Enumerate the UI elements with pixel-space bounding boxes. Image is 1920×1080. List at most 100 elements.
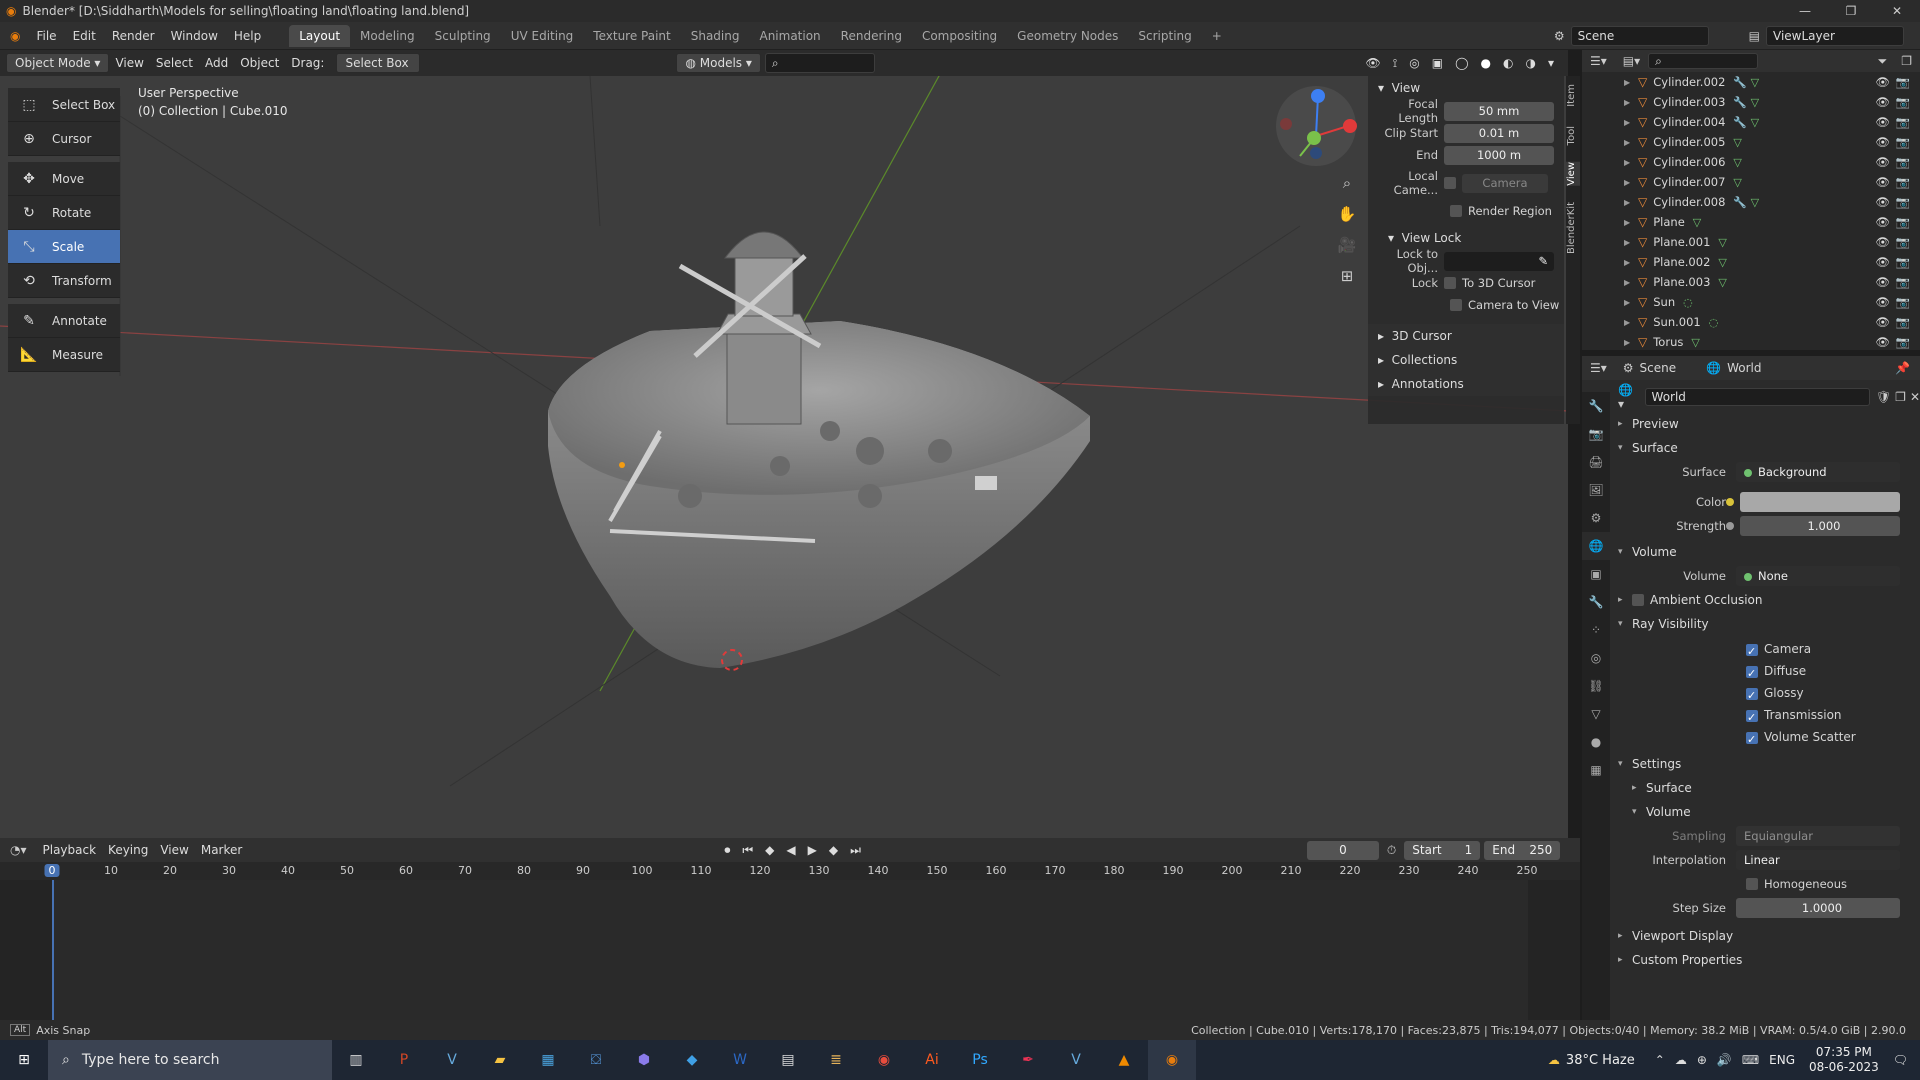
ray-glossy-checkbox[interactable] xyxy=(1746,685,1758,707)
expand-icon[interactable]: ▶ xyxy=(1624,98,1630,107)
menu-view[interactable]: View xyxy=(109,56,149,70)
timeline-editor-icon[interactable]: ◔▾ xyxy=(0,843,37,857)
tool-transform[interactable]: ⟲ Transform xyxy=(8,264,120,298)
collections-section[interactable]: ▸ Collections xyxy=(1368,348,1564,372)
expand-icon[interactable]: ▶ xyxy=(1624,118,1630,127)
to-3d-cursor-checkbox[interactable] xyxy=(1444,277,1456,289)
object-tab-icon[interactable]: ▣ xyxy=(1582,560,1610,588)
pen-app-icon[interactable]: ✒ xyxy=(1004,1040,1052,1080)
strength-field[interactable]: 1.000 xyxy=(1740,516,1900,536)
timeline-ruler[interactable]: 0 10 20 30 40 50 60 70 80 90 100 110 120 130 140 150 160… xyxy=(0,862,1580,880)
viewport-display-section[interactable]: ▸ Viewport Display xyxy=(1618,924,1920,948)
tool-tab-icon[interactable]: 🔧 xyxy=(1582,392,1610,420)
object-name[interactable]: Cylinder.006 xyxy=(1653,155,1725,169)
mode-dropdown[interactable]: Object Mode ▾ xyxy=(6,53,110,73)
render-camera-icon[interactable]: 📷 xyxy=(1896,115,1910,129)
keyboard-icon[interactable]: ⌨ xyxy=(1742,1053,1759,1067)
interpolation-dropdown[interactable]: Linear xyxy=(1736,850,1900,870)
ambient-occlusion-section[interactable]: ▸ Ambient Occlusion xyxy=(1618,588,1920,612)
add-workspace-button[interactable]: + xyxy=(1202,25,1232,47)
expand-icon[interactable]: ▶ xyxy=(1624,338,1630,347)
pan-hand-icon[interactable]: ✋ xyxy=(1332,199,1362,230)
blender-menu-icon[interactable]: ◉ xyxy=(0,29,28,43)
xray-icon[interactable]: ▣ xyxy=(1426,56,1449,70)
properties-editor-icon[interactable]: ☰▾ xyxy=(1582,361,1615,375)
scene-tab-icon[interactable]: ⚙ xyxy=(1582,504,1610,532)
menu-add[interactable]: Add xyxy=(199,56,234,70)
modifier-tab-icon[interactable]: 🔧 xyxy=(1582,588,1610,616)
material-tab-icon[interactable]: ● xyxy=(1582,728,1610,756)
volume-shader-field[interactable]: None xyxy=(1736,566,1900,586)
3d-cursor-section[interactable]: ▸ 3D Cursor xyxy=(1368,324,1564,348)
outliner-row[interactable]: ▶ ▽ Plane.002 ▽ 👁 📷 xyxy=(1582,252,1920,272)
taskbar-search[interactable]: ⌕ Type here to search xyxy=(48,1040,332,1080)
surface-shader-field[interactable]: Background xyxy=(1736,462,1900,482)
pin-icon[interactable]: 📌 xyxy=(1895,361,1920,375)
ortho-grid-icon[interactable]: ⊞ xyxy=(1332,261,1362,292)
object-data-icon[interactable]: 🔧 ▽ xyxy=(1733,196,1759,209)
render-camera-icon[interactable]: 📷 xyxy=(1896,255,1910,269)
expand-icon[interactable]: ▶ xyxy=(1624,258,1630,267)
sampling-dropdown[interactable]: Equiangular xyxy=(1736,826,1900,846)
viewport-search[interactable]: ⌕ xyxy=(764,53,875,73)
step-size-field[interactable]: 1.0000 xyxy=(1736,898,1900,918)
object-name[interactable]: Cylinder.008 xyxy=(1653,195,1725,209)
settings-surface-section[interactable]: ▸ Surface xyxy=(1618,776,1920,800)
weather-text[interactable]: 38°C Haze xyxy=(1566,1053,1635,1068)
object-data-icon[interactable]: ▽ xyxy=(1691,336,1699,349)
drag-dropdown[interactable]: Select Box xyxy=(336,53,421,73)
tool-measure[interactable]: 📐 Measure xyxy=(8,338,120,372)
tab-view[interactable]: View xyxy=(1566,162,1580,186)
object-data-icon[interactable]: 🔧 ▽ xyxy=(1733,116,1759,129)
unlink-icon[interactable]: ✕ xyxy=(1910,390,1920,404)
prev-keyframe-icon[interactable]: ◆ xyxy=(759,843,780,857)
ray-transmission-row[interactable]: Transmission xyxy=(1746,704,1920,729)
object-name[interactable]: Plane.002 xyxy=(1653,255,1710,269)
menu-edit[interactable]: Edit xyxy=(65,29,104,43)
output-tab-icon[interactable]: 🖨 xyxy=(1582,448,1610,476)
ray-diffuse-checkbox[interactable] xyxy=(1746,663,1758,685)
render-camera-icon[interactable]: 📷 xyxy=(1896,215,1910,229)
object-name[interactable]: Plane.003 xyxy=(1653,275,1710,289)
expand-icon[interactable]: ▶ xyxy=(1624,198,1630,207)
render-camera-icon[interactable]: 📷 xyxy=(1896,295,1910,309)
render-camera-icon[interactable]: 📷 xyxy=(1896,75,1910,89)
network-icon[interactable]: ⊕ xyxy=(1697,1053,1707,1067)
timeline-body[interactable] xyxy=(0,880,1580,1020)
menu-marker[interactable]: Marker xyxy=(195,843,248,857)
object-data-icon[interactable]: ▽ xyxy=(1733,176,1741,189)
world-name-field[interactable]: World xyxy=(1644,388,1870,406)
jump-start-icon[interactable]: ⏮ xyxy=(736,843,759,858)
expand-icon[interactable]: ▶ xyxy=(1624,238,1630,247)
ray-camera-checkbox[interactable] xyxy=(1746,641,1758,663)
visibility-eye-icon[interactable]: 👁 xyxy=(1875,135,1890,149)
visibility-eye-icon[interactable]: 👁 xyxy=(1875,115,1890,129)
tab-item[interactable]: Item xyxy=(1566,84,1580,107)
display-mode-icon[interactable]: ▤▾ xyxy=(1615,54,1648,68)
expand-icon[interactable]: ▶ xyxy=(1624,158,1630,167)
outliner-row[interactable]: ▶ ▽ Cylinder.008 🔧 ▽ 👁 📷 xyxy=(1582,192,1920,212)
constraints-tab-icon[interactable]: ⛓ xyxy=(1582,672,1610,700)
camera-view-icon[interactable]: 🎥 xyxy=(1332,230,1362,261)
tab-uv-editing[interactable]: UV Editing xyxy=(501,25,584,47)
tab-texture-paint[interactable]: Texture Paint xyxy=(583,25,680,47)
visibility-eye-icon[interactable]: 👁 xyxy=(1875,315,1890,329)
photoshop-icon[interactable]: Ps xyxy=(956,1040,1004,1080)
ray-transmission-checkbox[interactable] xyxy=(1746,707,1758,729)
visibility-eye-icon[interactable]: 👁 xyxy=(1875,235,1890,249)
chrome-icon[interactable]: ◉ xyxy=(860,1040,908,1080)
object-name[interactable]: Cylinder.004 xyxy=(1653,115,1725,129)
color-swatch[interactable] xyxy=(1740,492,1900,512)
data-tab-icon[interactable]: ▽ xyxy=(1582,700,1610,728)
render-camera-icon[interactable]: 📷 xyxy=(1896,155,1910,169)
outliner-search[interactable]: ⌕ xyxy=(1648,53,1759,69)
object-data-icon[interactable]: ▽ xyxy=(1718,236,1726,249)
illustrator-icon[interactable]: Ai xyxy=(908,1040,956,1080)
onedrive-icon[interactable]: ☁ xyxy=(1675,1053,1687,1067)
surface-section[interactable]: ▾ Surface xyxy=(1618,436,1920,460)
render-camera-icon[interactable]: 📷 xyxy=(1896,315,1910,329)
minimize-button[interactable]: — xyxy=(1782,0,1828,22)
blender-taskbar-icon[interactable]: ◉ xyxy=(1148,1040,1196,1080)
clock[interactable]: 07:35 PM 08-06-2023 xyxy=(1809,1045,1879,1075)
object-data-icon[interactable]: ▽ xyxy=(1733,136,1741,149)
